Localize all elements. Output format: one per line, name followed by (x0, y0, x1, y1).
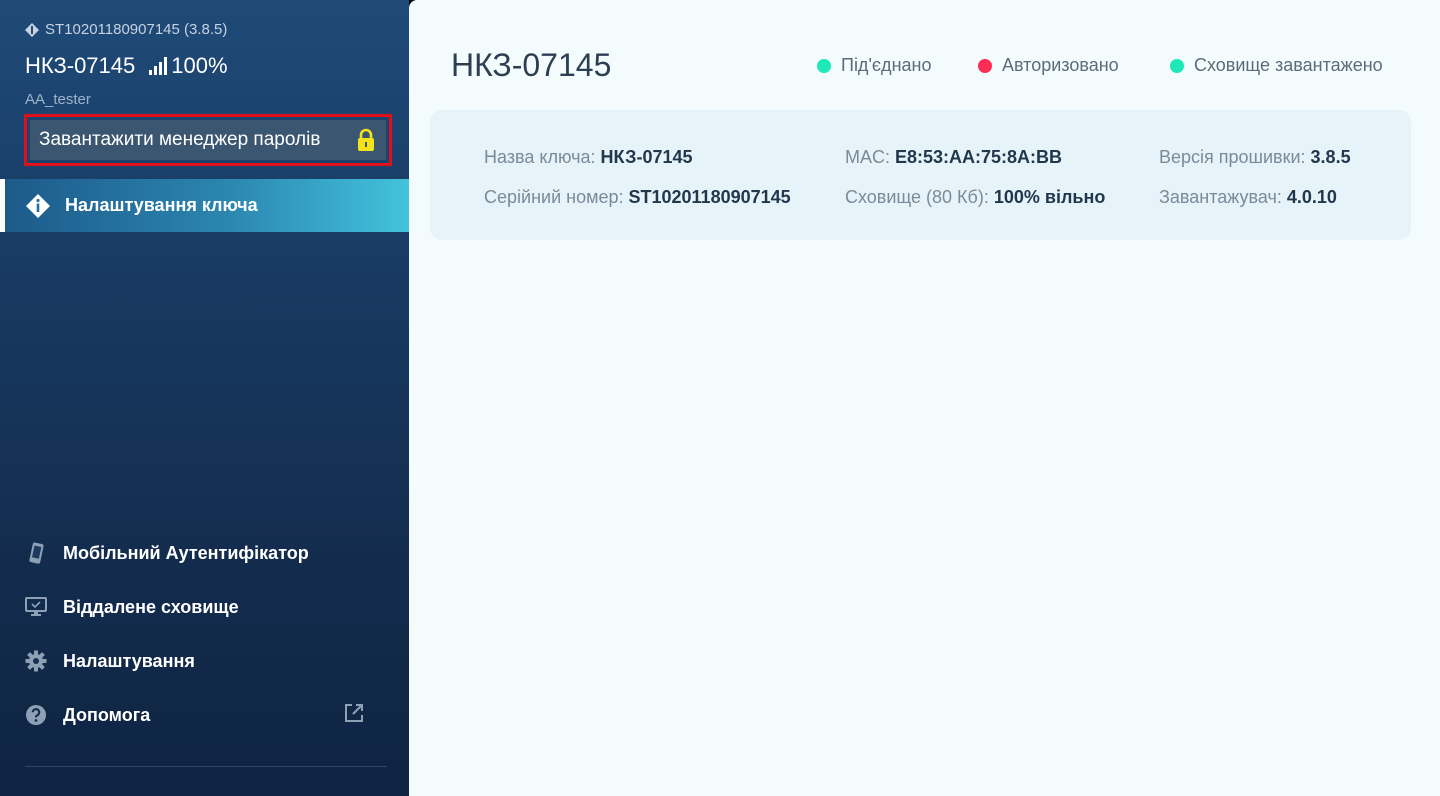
key-name-value: НКЗ-07145 (600, 147, 693, 167)
signal-icon (149, 57, 168, 75)
device-header: НКЗ-07145 100% (25, 53, 228, 79)
serial-text: ST10201180907145 (3.8.5) (45, 21, 228, 38)
device-name: НКЗ-07145 (25, 53, 136, 78)
firmware-value: 3.8.5 (1310, 147, 1351, 167)
gear-icon (25, 650, 47, 672)
sidebar-item-label: Мобільний Аутентифікатор (63, 542, 309, 563)
help-icon (26, 705, 46, 725)
mac-field: MAC: E8:53:AA:75:8A:BB (845, 147, 1063, 167)
external-link-icon[interactable] (343, 702, 365, 724)
phone-icon (29, 542, 44, 564)
firmware-field: Версія прошивки: 3.8.5 (1159, 147, 1351, 167)
username: AA_tester (25, 91, 91, 108)
status-label: Авторизовано (1002, 55, 1119, 75)
bootloader-value: 4.0.10 (1286, 187, 1337, 207)
main-panel: НКЗ-07145 Під'єднано Авторизовано Сховищ… (409, 0, 1440, 796)
bootloader-field: Завантажувач: 4.0.10 (1159, 187, 1337, 207)
sidebar-item-help[interactable]: Допомога (25, 704, 150, 726)
device-serial-line: ST10201180907145 (3.8.5) (25, 21, 227, 38)
info-diamond-icon (26, 193, 50, 218)
status-authorized: Авторизовано (978, 55, 1119, 76)
load-password-manager-button[interactable]: Завантажити менеджер паролів (24, 114, 392, 166)
diamond-icon (25, 22, 39, 37)
sidebar-item-label: Налаштування ключа (65, 195, 258, 215)
status-dot-green-icon (817, 58, 831, 73)
sidebar-item-remote-storage[interactable]: Віддалене сховище (25, 596, 239, 618)
mac-value: E8:53:AA:75:8A:BB (895, 147, 1063, 167)
page-title: НКЗ-07145 (451, 47, 612, 83)
load-password-manager-label: Завантажити менеджер паролів (39, 129, 321, 150)
sidebar-item-settings[interactable]: Налаштування (25, 650, 195, 672)
battery-level: 100% (171, 53, 228, 78)
status-dot-green-icon (1170, 58, 1184, 73)
storage-field: Сховище (80 Кб): 100% вільно (845, 187, 1106, 207)
sidebar: ST10201180907145 (3.8.5) НКЗ-07145 100% … (0, 0, 409, 796)
lock-icon (358, 128, 374, 151)
key-info-card: Назва ключа: НКЗ-07145 Серійний номер: S… (430, 110, 1411, 240)
sidebar-item-label: Налаштування (63, 650, 195, 671)
storage-value: 100% вільно (993, 187, 1106, 207)
monitor-icon (25, 597, 47, 616)
sidebar-item-label: Допомога (63, 704, 151, 725)
serial-field: Серійний номер: ST10201180907145 (484, 187, 791, 207)
status-storage-loaded: Сховище завантажено (1170, 55, 1383, 76)
status-label: Під'єднано (841, 55, 932, 75)
key-name-field: Назва ключа: НКЗ-07145 (484, 147, 693, 167)
sidebar-divider (25, 766, 387, 767)
sidebar-item-mobile-authenticator[interactable]: Мобільний Аутентифікатор (25, 542, 309, 564)
status-label: Сховище завантажено (1194, 55, 1383, 75)
status-connected: Під'єднано (817, 55, 931, 76)
sidebar-item-label: Віддалене сховище (63, 596, 239, 617)
sidebar-item-key-settings[interactable]: Налаштування ключа (0, 179, 409, 232)
app-window: ST10201180907145 (3.8.5) НКЗ-07145 100% … (0, 0, 1440, 796)
serial-value: ST10201180907145 (628, 187, 791, 207)
status-dot-red-icon (978, 58, 992, 73)
